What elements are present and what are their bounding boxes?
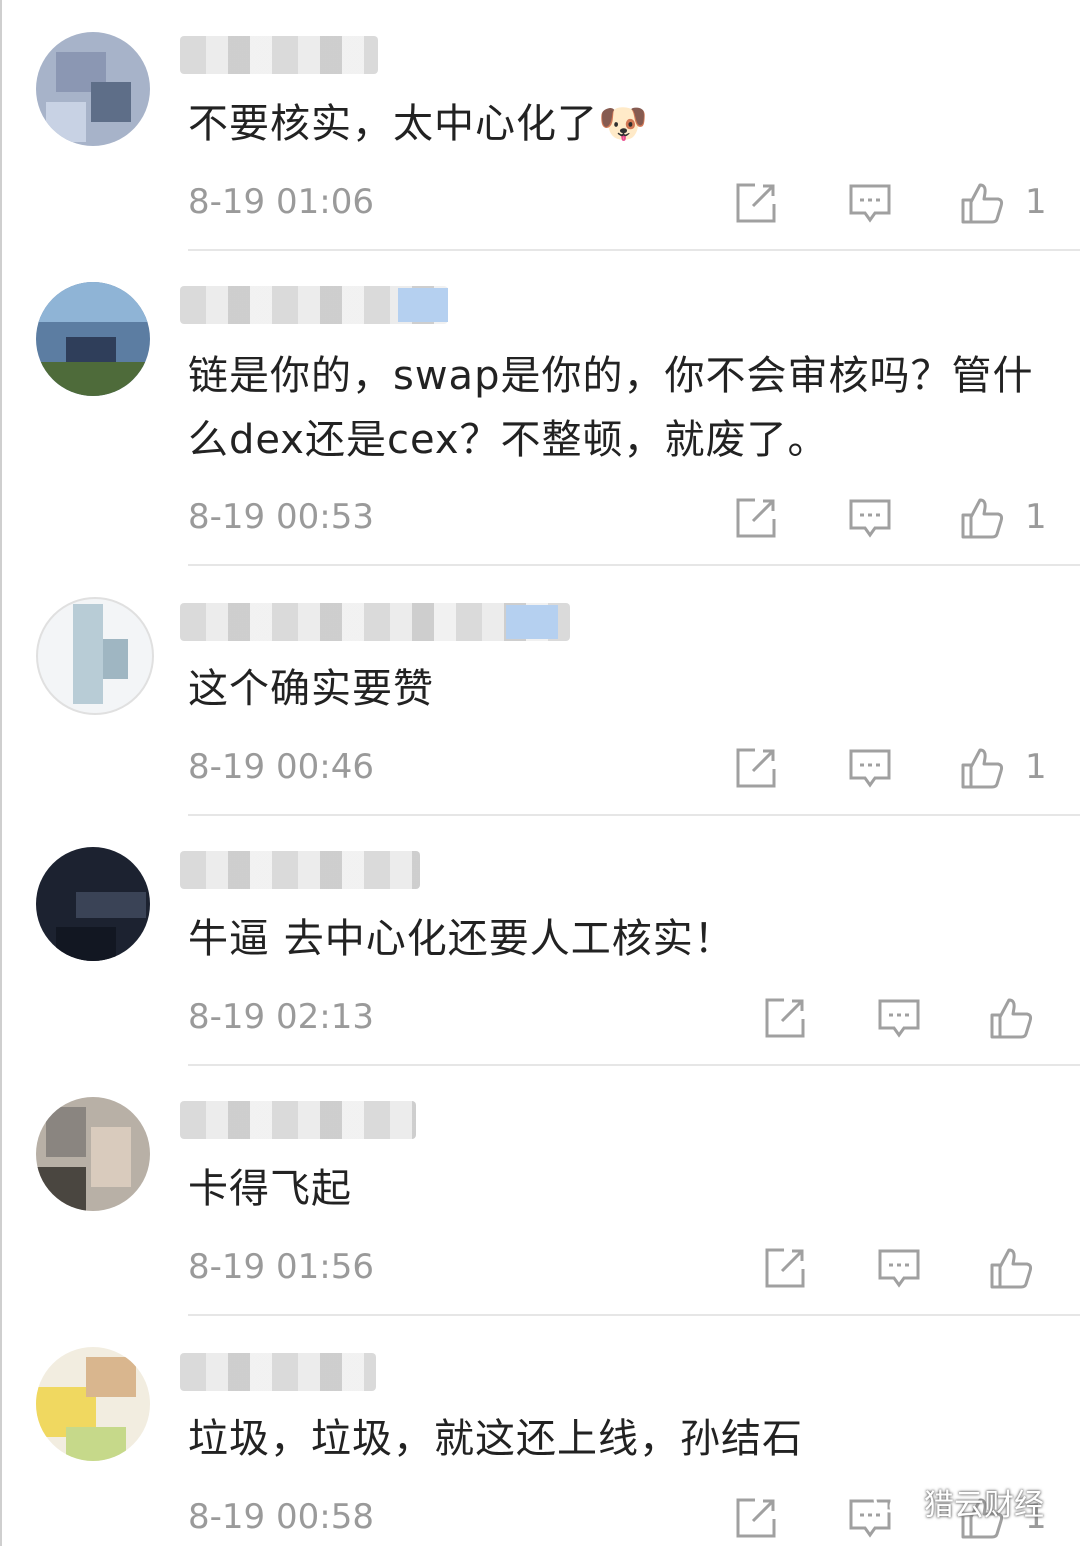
comment-time: 8-19 02:13	[188, 997, 374, 1037]
divider	[188, 564, 1080, 566]
wechat-icon	[873, 1485, 917, 1518]
like-count: 1	[1025, 497, 1047, 537]
share-icon[interactable]	[733, 1495, 779, 1541]
username-blurred[interactable]	[180, 286, 448, 324]
comment-text: 卡得飞起	[188, 1166, 352, 1212]
like-count: 1	[1025, 747, 1047, 787]
comment-time: 8-19 00:58	[188, 1497, 374, 1537]
comment-time: 8-19 00:46	[188, 747, 374, 787]
avatar[interactable]	[36, 32, 150, 146]
username-blurred[interactable]	[180, 603, 570, 641]
comment-time: 8-19 01:56	[188, 1247, 374, 1287]
comment-item: 链是你的，swap是你的，你不会审核吗？管什么dex还是cex？不整顿，就废了。…	[0, 252, 1080, 567]
share-icon[interactable]	[733, 745, 779, 791]
share-icon[interactable]	[733, 495, 779, 541]
divider	[188, 814, 1080, 816]
comment-time: 8-19 01:06	[188, 182, 374, 222]
husky-emoji-icon: 🐶	[598, 101, 649, 147]
avatar[interactable]	[36, 847, 150, 961]
reply-icon[interactable]	[876, 995, 922, 1041]
like-icon[interactable]	[988, 995, 1034, 1041]
comment-text: 垃圾，垃圾，就这还上线，孙结石	[188, 1416, 803, 1462]
comment-item: 这个确实要赞 8-19 00:46 1	[0, 567, 1080, 817]
username-blurred[interactable]	[180, 1101, 416, 1139]
avatar[interactable]	[36, 1347, 150, 1461]
reply-icon[interactable]	[847, 495, 893, 541]
comment-actions: 1	[733, 745, 1053, 795]
reply-icon[interactable]	[847, 745, 893, 791]
comment-text: 这个确实要赞	[188, 666, 434, 712]
divider	[188, 1314, 1080, 1316]
like-count: 1	[1025, 182, 1047, 222]
divider	[188, 249, 1080, 251]
username-blurred[interactable]	[180, 36, 378, 74]
comment-text: 不要核实，太中心化了🐶	[188, 101, 649, 147]
watermark-label: 猎云财经	[924, 1488, 1044, 1523]
badge	[506, 605, 558, 639]
avatar[interactable]	[36, 282, 150, 396]
like-icon[interactable]	[959, 180, 1005, 226]
comment-item: 不要核实，太中心化了🐶 8-19 01:06 1	[0, 0, 1080, 252]
comment-actions	[762, 1245, 1052, 1295]
share-icon[interactable]	[762, 1245, 808, 1291]
watermark: 猎云财经	[872, 1480, 1044, 1524]
share-icon[interactable]	[762, 995, 808, 1041]
divider	[188, 1064, 1080, 1066]
username-blurred[interactable]	[180, 1353, 376, 1391]
comment-actions: 1	[733, 495, 1053, 545]
avatar[interactable]	[36, 597, 154, 715]
avatar[interactable]	[36, 1097, 150, 1211]
like-icon[interactable]	[959, 495, 1005, 541]
comment-text: 链是你的，swap是你的，你不会审核吗？管什么dex还是cex？不整顿，就废了。	[188, 353, 1034, 463]
comment-actions	[762, 995, 1052, 1045]
comment-actions: 1	[733, 180, 1053, 230]
badge	[398, 288, 448, 322]
reply-icon[interactable]	[876, 1245, 922, 1291]
username-blurred[interactable]	[180, 851, 420, 889]
like-icon[interactable]	[988, 1245, 1034, 1291]
comment-item: 牛逼 去中心化还要人工核实！ 8-19 02:13	[0, 817, 1080, 1067]
reply-icon[interactable]	[847, 180, 893, 226]
like-icon[interactable]	[959, 745, 1005, 791]
comment-text: 牛逼 去中心化还要人工核实！	[188, 916, 735, 962]
comment-item: 卡得飞起 8-19 01:56	[0, 1067, 1080, 1317]
comment-time: 8-19 00:53	[188, 497, 374, 537]
share-icon[interactable]	[733, 180, 779, 226]
